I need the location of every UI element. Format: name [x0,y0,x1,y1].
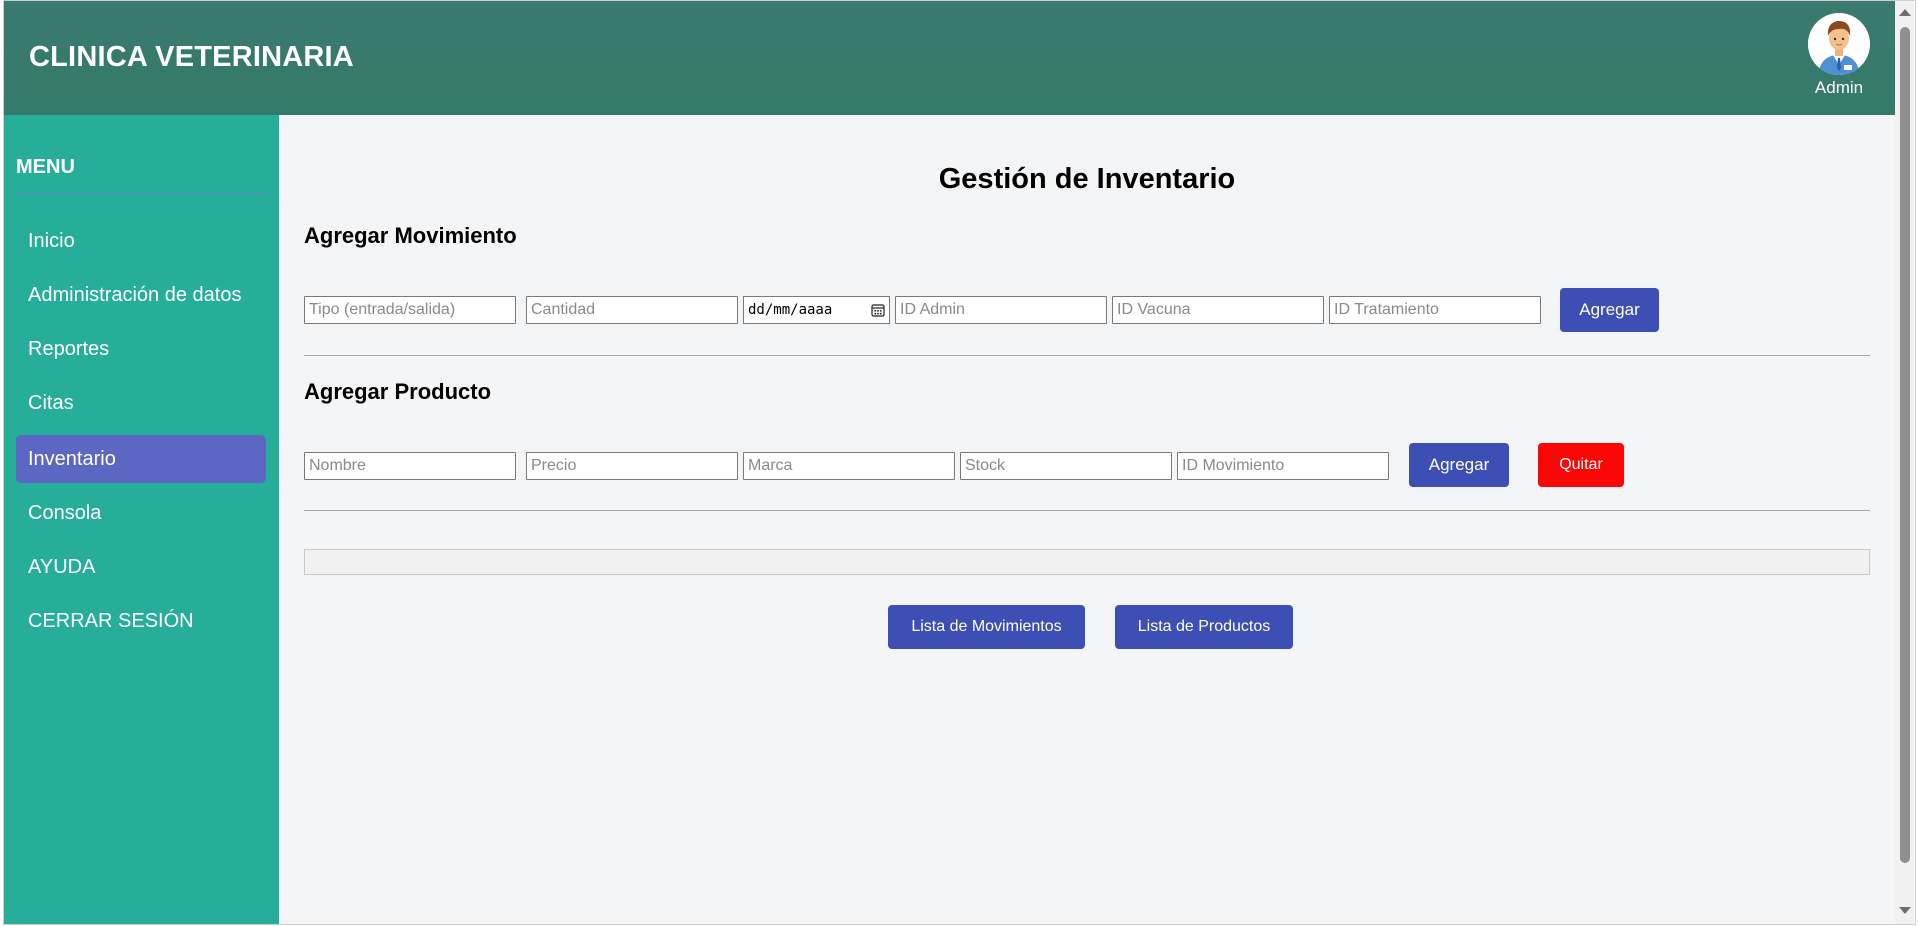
id-tratamiento-input[interactable] [1329,296,1541,324]
cantidad-input[interactable] [526,296,738,324]
sidebar-item-reportes[interactable]: Reportes [16,325,266,373]
top-header: CLINICA VETERINARIA Admin [4,1,1895,115]
sidebar-item-citas[interactable]: Citas [16,379,266,427]
sidebar-item-inicio[interactable]: Inicio [16,217,266,265]
product-section-title: Agregar Producto [304,379,492,404]
tipo-input[interactable] [304,296,516,324]
remove-product-button[interactable]: Quitar [1538,443,1624,487]
fecha-date-value: dd/mm/aaaa [748,302,833,318]
sidebar-item-administracion-de-datos[interactable]: Administración de datos [16,271,266,319]
id-admin-input[interactable] [895,296,1107,324]
marca-input[interactable] [743,452,955,480]
menu-divider [16,192,266,193]
products-list-button[interactable]: Lista de Productos [1115,605,1293,649]
section-divider-2 [304,510,1870,511]
add-movement-button[interactable]: Agregar [1560,288,1659,332]
sidebar-item-inventario[interactable]: Inventario [16,435,266,483]
add-product-button[interactable]: Agregar [1409,443,1509,487]
sidebar-item-ayuda[interactable]: AYUDA [16,543,266,591]
id-vacuna-input[interactable] [1112,296,1324,324]
calendar-icon[interactable] [871,303,885,317]
stock-input[interactable] [960,452,1172,480]
sidebar-item-consola[interactable]: Consola [16,489,266,537]
app-window: CLINICA VETERINARIA Admin MENU Inicio Ad… [4,1,1895,925]
movement-section-title: Agregar Movimiento [304,223,517,248]
user-profile[interactable]: Admin [1804,13,1874,98]
results-container [304,549,1870,575]
sidebar: MENU Inicio Administración de datos Repo… [4,115,279,925]
movements-list-button[interactable]: Lista de Movimientos [888,605,1085,649]
sidebar-item-cerrar-sesion[interactable]: CERRAR SESIÓN [16,597,266,645]
scroll-thumb[interactable] [1900,27,1910,863]
fecha-date-input[interactable]: dd/mm/aaaa [743,296,890,324]
menu-title: MENU [16,156,75,178]
user-name: Admin [1814,78,1864,97]
app-title: CLINICA VETERINARIA [29,41,354,73]
page-title: Gestión de Inventario [938,163,1236,195]
main-content: Gestión de Inventario Agregar Movimiento… [279,115,1895,925]
scroll-up-arrow-icon[interactable] [1899,9,1911,16]
scroll-down-arrow-icon[interactable] [1899,907,1911,914]
id-movimiento-input[interactable] [1177,452,1389,480]
section-divider [304,355,1870,356]
vertical-scrollbar[interactable] [1895,1,1914,925]
precio-input[interactable] [526,452,738,480]
user-avatar-icon[interactable] [1808,13,1870,75]
nombre-input[interactable] [304,452,516,480]
